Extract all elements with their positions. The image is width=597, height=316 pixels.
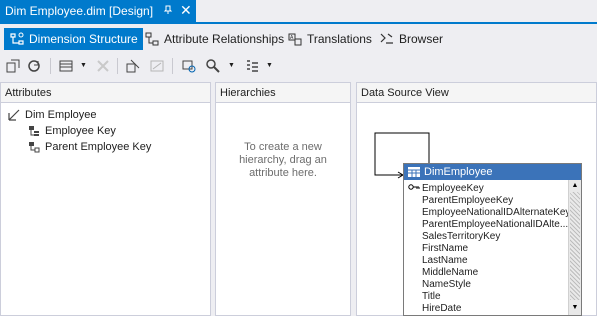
refresh-icon[interactable] [25,57,43,75]
explore-data-icon[interactable] [180,57,198,75]
column-row[interactable]: ParentEmployeeNationalIDAlte... [404,218,581,230]
attributes-header: Attributes [1,83,210,103]
scroll-thumb[interactable] [570,192,580,300]
tab-label: Attribute Relationships [164,32,285,46]
column-name: FirstName [422,242,469,254]
table-title: DimEmployee [424,166,493,178]
tree-root-dim-employee[interactable]: Dim Employee [7,107,97,123]
tab-translations[interactable]: A Translations [282,28,377,50]
chevron-down-icon[interactable]: ▼ [80,62,87,69]
tab-attribute-relationships[interactable]: Attribute Relationships [139,28,289,50]
hierarchies-header: Hierarchies [216,83,350,103]
delete-icon[interactable] [94,57,112,75]
designer-toolbar: ▼ ▼ ▼ [0,54,597,78]
column-row[interactable]: EmployeeNationalIDAlternateKey [404,206,581,218]
tab-label: Dimension Structure [29,32,138,46]
dimension-structure-icon [9,31,25,47]
tree-label: Parent Employee Key [45,141,152,153]
browser-icon [379,31,395,47]
primary-key-icon [408,183,422,193]
hint-line: To create a new [244,141,322,153]
layout-icon[interactable] [243,57,261,75]
tab-browser[interactable]: Browser [374,28,448,50]
column-name: SalesTerritoryKey [422,230,501,242]
new-attribute-icon[interactable] [124,57,142,75]
column-row[interactable]: LastName [404,254,581,266]
document-tab[interactable]: Dim Employee.dim [Design] ✕ [0,0,196,22]
column-name: ParentEmployeeNationalIDAlte... [422,218,569,230]
scroll-down-icon[interactable]: ▼ [569,302,581,313]
column-name: EmployeeKey [422,182,484,194]
table-icon [408,167,420,177]
column-name: EmployeeNationalIDAlternateKey [422,206,571,218]
chevron-down-icon[interactable]: ▼ [266,62,273,69]
tree-label: Dim Employee [25,109,97,121]
pin-icon[interactable] [163,5,173,18]
column-row[interactable]: FirstName [404,242,581,254]
column-row[interactable]: EmployeeKey [404,182,581,194]
close-tab-button[interactable]: ✕ [180,2,192,19]
column-name: HireDate [422,302,462,314]
column-row[interactable]: Title [404,290,581,302]
hierarchy-drop-hint: To create a new hierarchy, drag an attri… [216,141,350,180]
tree-item-parent-employee-key[interactable]: Parent Employee Key [27,139,151,155]
hierarchies-pane: Hierarchies To create a new hierarchy, d… [215,82,351,316]
tab-label: Browser [399,32,444,46]
tree-label: Employee Key [45,125,116,137]
column-row[interactable]: HireDate [404,302,581,314]
disabled-icon[interactable] [148,57,166,75]
toolbar-separator [172,58,173,74]
column-row[interactable]: ParentEmployeeKey [404,194,581,206]
column-row[interactable]: NameStyle [404,278,581,290]
tree-item-employee-key[interactable]: Employee Key [27,123,116,139]
column-row[interactable]: MiddleName [404,266,581,278]
data-source-view-header: Data Source View [357,83,596,103]
attribute-relationships-icon [144,31,160,47]
column-name: LastName [422,254,468,266]
column-name: MiddleName [422,266,479,278]
hint-line: hierarchy, drag an [239,154,327,166]
dimension-icon [7,108,21,122]
column-row[interactable]: SalesTerritoryKey [404,230,581,242]
column-name: Title [422,290,441,302]
show-table-icon[interactable] [57,57,75,75]
table-title-bar[interactable]: DimEmployee [404,164,581,180]
column-name: NameStyle [422,278,471,290]
process-icon[interactable] [4,57,22,75]
parent-attribute-icon [27,140,41,154]
tab-dimension-structure[interactable]: Dimension Structure [4,28,143,50]
scroll-up-icon[interactable]: ▲ [569,180,581,191]
toolbar-separator [50,58,51,74]
attributes-pane: Attributes Dim Employee Employee Key Par… [0,82,211,316]
key-attribute-icon [27,124,41,138]
document-tab-strip: Dim Employee.dim [Design] ✕ [0,0,597,24]
dim-employee-table[interactable]: DimEmployee EmployeeKey ParentEmployeeKe… [403,163,582,316]
translations-icon: A [287,31,303,47]
table-scrollbar[interactable]: ▲ ▼ [568,180,581,315]
view-tab-bar: Dimension Structure Attribute Relationsh… [0,26,597,52]
document-tab-title: Dim Employee.dim [Design] [5,4,154,18]
zoom-icon[interactable] [204,57,222,75]
toolbar-separator [117,58,118,74]
tab-label: Translations [307,32,372,46]
column-name: ParentEmployeeKey [422,194,514,206]
chevron-down-icon[interactable]: ▼ [228,62,235,69]
hint-line: attribute here. [249,167,317,179]
